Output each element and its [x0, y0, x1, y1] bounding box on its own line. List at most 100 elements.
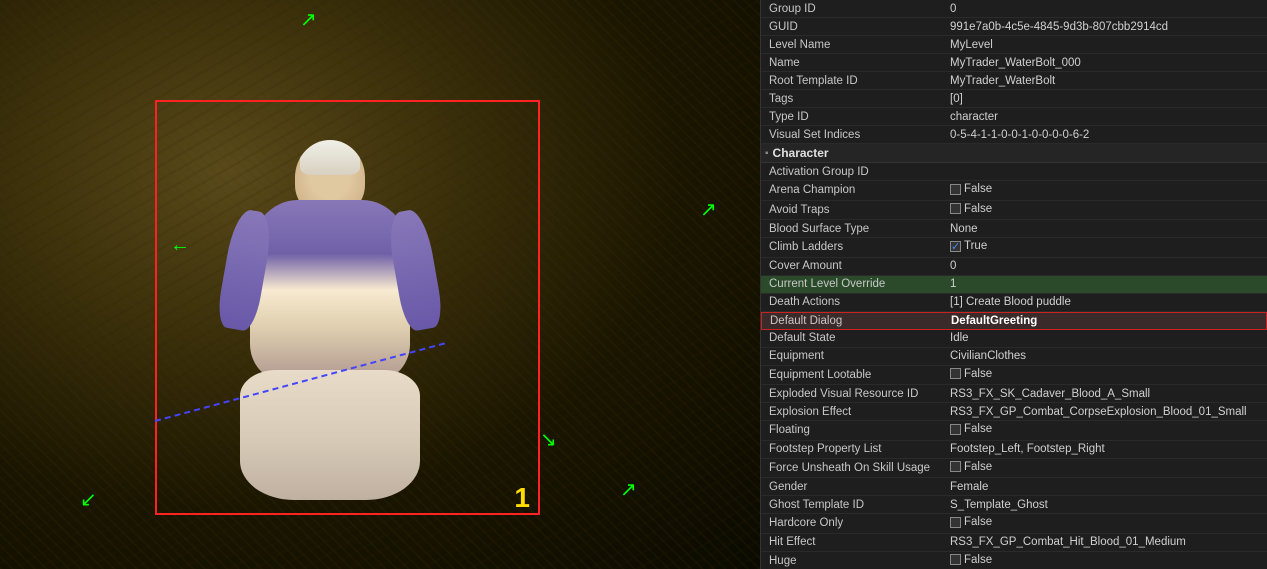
prop-row-current-level-override: Current Level Override 1: [761, 276, 1267, 294]
checkbox-icon-force-unsheath: [950, 461, 961, 472]
prop-row-guid: GUID 991e7a0b-4c5e-4845-9d3b-807cbb2914c…: [761, 18, 1267, 36]
properties-panel[interactable]: Group ID 0 GUID 991e7a0b-4c5e-4845-9d3b-…: [760, 0, 1267, 569]
checkbox-climb-ladders: True: [950, 240, 987, 252]
prop-value-footstep: Footstep_Left, Footstep_Right: [946, 441, 1267, 457]
prop-row-tags: Tags [0]: [761, 90, 1267, 108]
checkbox-icon-huge: [950, 554, 961, 565]
prop-value-hardcore-only: False: [946, 514, 1267, 533]
prop-name-blood-surface-type: Blood Surface Type: [761, 221, 946, 237]
prop-name-arena-champion: Arena Champion: [761, 182, 946, 198]
green-arrow-top: ↗: [300, 10, 317, 30]
prop-name-root-template: Root Template ID: [761, 73, 946, 89]
prop-row-huge: Huge False: [761, 552, 1267, 569]
prop-name-huge: Huge: [761, 553, 946, 569]
prop-value-guid: 991e7a0b-4c5e-4845-9d3b-807cbb2914cd: [946, 19, 1267, 35]
prop-value-root-template: MyTrader_WaterBolt: [946, 73, 1267, 89]
prop-name-force-unsheath: Force Unsheath On Skill Usage: [761, 460, 946, 476]
prop-row-group-id: Group ID 0: [761, 0, 1267, 18]
prop-value-death-actions: [1] Create Blood puddle: [946, 294, 1267, 310]
prop-name-current-level-override: Current Level Override: [761, 276, 946, 292]
prop-value-huge: False: [946, 552, 1267, 569]
prop-row-gender: Gender Female: [761, 478, 1267, 496]
prop-row-floating: Floating False: [761, 421, 1267, 441]
prop-value-floating: False: [946, 421, 1267, 440]
green-arrow-br: ↘: [540, 430, 557, 450]
checkbox-floating: False: [950, 423, 992, 435]
prop-name-gender: Gender: [761, 479, 946, 495]
prop-name-tags: Tags: [761, 91, 946, 107]
prop-name-name: Name: [761, 55, 946, 71]
prop-value-exploded-visual: RS3_FX_SK_Cadaver_Blood_A_Small: [946, 386, 1267, 402]
prop-name-cover-amount: Cover Amount: [761, 258, 946, 274]
prop-name-floating: Floating: [761, 422, 946, 438]
prop-row-default-state: Default State Idle: [761, 330, 1267, 348]
prop-name-exploded-visual: Exploded Visual Resource ID: [761, 386, 946, 402]
section-collapse-icon[interactable]: ▪: [765, 148, 769, 159]
viewport-label-1: 1: [514, 482, 530, 514]
prop-value-hit-effect: RS3_FX_GP_Combat_Hit_Blood_01_Medium: [946, 534, 1267, 550]
green-arrow-br2: ↗: [620, 480, 637, 500]
prop-value-cover-amount: 0: [946, 258, 1267, 274]
checkbox-arena-champion: False: [950, 183, 992, 195]
prop-row-type-id: Type ID character: [761, 108, 1267, 126]
viewport: ↗ ← ↗ ↙ ↘ ↗ 1: [0, 0, 760, 569]
section-header-character[interactable]: ▪ Character: [761, 144, 1267, 163]
prop-row-blood-surface-type: Blood Surface Type None: [761, 220, 1267, 238]
prop-value-visual-set: 0-5-4-1-1-0-0-1-0-0-0-0-6-2: [946, 127, 1267, 143]
prop-name-hardcore-only: Hardcore Only: [761, 515, 946, 531]
prop-value-ghost-template: S_Template_Ghost: [946, 497, 1267, 513]
checkbox-hardcore-only: False: [950, 516, 992, 528]
prop-name-ghost-template: Ghost Template ID: [761, 497, 946, 513]
prop-row-avoid-traps: Avoid Traps False: [761, 201, 1267, 221]
prop-name-level-name: Level Name: [761, 37, 946, 53]
prop-name-guid: GUID: [761, 19, 946, 35]
prop-value-type-id: character: [946, 109, 1267, 125]
prop-name-activation-group: Activation Group ID: [761, 164, 946, 180]
prop-name-equipment: Equipment: [761, 348, 946, 364]
prop-row-activation-group: Activation Group ID: [761, 163, 1267, 181]
prop-value-activation-group: [946, 170, 1267, 174]
prop-row-default-dialog: Default Dialog DefaultGreeting 2: [761, 312, 1267, 330]
prop-name-explosion-effect: Explosion Effect: [761, 404, 946, 420]
prop-name-visual-set: Visual Set Indices: [761, 127, 946, 143]
character-torso: [250, 200, 410, 380]
prop-value-level-name: MyLevel: [946, 37, 1267, 53]
prop-name-footstep: Footstep Property List: [761, 441, 946, 457]
checkbox-icon-arena-champion: [950, 184, 961, 195]
prop-row-footstep: Footstep Property List Footstep_Left, Fo…: [761, 441, 1267, 459]
prop-row-death-actions: Death Actions [1] Create Blood puddle: [761, 294, 1267, 312]
prop-value-force-unsheath: False: [946, 459, 1267, 478]
prop-value-group-id: 0: [946, 1, 1267, 17]
checkbox-huge: False: [950, 554, 992, 566]
prop-row-exploded-visual: Exploded Visual Resource ID RS3_FX_SK_Ca…: [761, 385, 1267, 403]
prop-name-default-dialog: Default Dialog: [762, 313, 947, 329]
prop-name-death-actions: Death Actions: [761, 294, 946, 310]
prop-name-hit-effect: Hit Effect: [761, 534, 946, 550]
prop-value-avoid-traps: False: [946, 201, 1267, 220]
prop-row-hardcore-only: Hardcore Only False: [761, 514, 1267, 534]
prop-value-blood-surface-type: None: [946, 221, 1267, 237]
checkbox-equipment-lootable: False: [950, 368, 992, 380]
checkbox-avoid-traps: False: [950, 203, 992, 215]
prop-value-arena-champion: False: [946, 181, 1267, 200]
prop-value-equipment: CivilianClothes: [946, 348, 1267, 364]
checkbox-icon-climb-ladders: [950, 241, 961, 252]
prop-row-root-template: Root Template ID MyTrader_WaterBolt: [761, 72, 1267, 90]
prop-value-name: MyTrader_WaterBolt_000: [946, 55, 1267, 71]
prop-value-tags: [0]: [946, 91, 1267, 107]
prop-value-climb-ladders: True: [946, 238, 1267, 257]
green-arrow-right: ↗: [700, 200, 717, 220]
prop-row-name: Name MyTrader_WaterBolt_000: [761, 54, 1267, 72]
checkbox-icon-hardcore-only: [950, 517, 961, 528]
prop-name-type-id: Type ID: [761, 109, 946, 125]
section-label-character: Character: [773, 146, 829, 160]
prop-row-climb-ladders: Climb Ladders True: [761, 238, 1267, 258]
character-figure: [220, 140, 440, 500]
prop-row-equipment-lootable: Equipment Lootable False: [761, 366, 1267, 386]
checkbox-icon-avoid-traps: [950, 203, 961, 214]
green-arrow-bl: ↙: [80, 490, 97, 510]
prop-row-visual-set: Visual Set Indices 0-5-4-1-1-0-0-1-0-0-0…: [761, 126, 1267, 144]
prop-row-hit-effect: Hit Effect RS3_FX_GP_Combat_Hit_Blood_01…: [761, 534, 1267, 552]
prop-value-default-state: Idle: [946, 330, 1267, 346]
prop-name-avoid-traps: Avoid Traps: [761, 202, 946, 218]
